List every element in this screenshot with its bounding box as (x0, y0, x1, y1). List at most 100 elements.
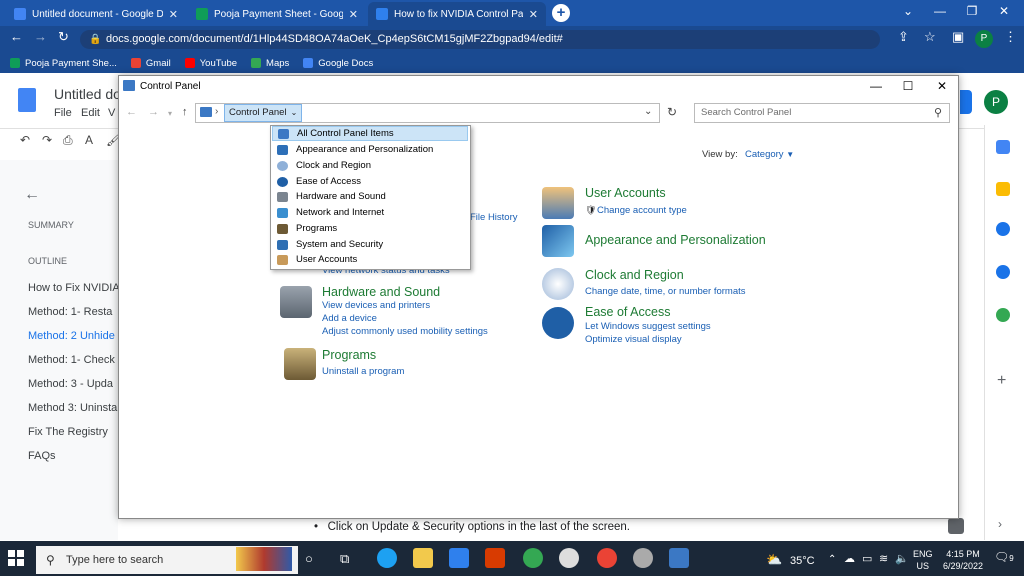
dropdown-item-hardware-sound[interactable]: Hardware and Sound (272, 189, 468, 204)
spellcheck-icon[interactable]: A (85, 133, 93, 147)
contacts-icon[interactable] (996, 265, 1010, 279)
battery-icon[interactable]: ▭ (862, 552, 872, 565)
outline-item[interactable]: Method: 1- Check (28, 354, 118, 366)
calendar-icon[interactable] (996, 140, 1010, 154)
tab-nvidia-article[interactable]: How to fix NVIDIA Control Panel ✕ (368, 2, 546, 26)
chevron-down-icon[interactable]: ⌄ (892, 0, 924, 22)
windows-start-icon[interactable] (8, 550, 24, 566)
cloud-icon[interactable]: ☁ (844, 552, 855, 565)
maps-icon[interactable] (996, 308, 1010, 322)
dropdown-item-programs[interactable]: Programs (272, 221, 468, 236)
undo-icon[interactable]: ↶ (20, 133, 30, 147)
back-arrow-icon[interactable]: ← (24, 186, 40, 204)
file-history-link[interactable]: File History (470, 212, 518, 223)
share-button[interactable] (960, 90, 972, 114)
clock-app-icon[interactable] (559, 548, 579, 568)
minimize-button[interactable]: — (924, 0, 956, 22)
new-tab-button[interactable]: + (552, 4, 570, 22)
windows-suggest-link[interactable]: Let Windows suggest settings (585, 321, 711, 332)
category-programs[interactable]: Programs (322, 348, 376, 362)
recent-locations-icon[interactable]: ▾ (168, 109, 172, 118)
menu-file[interactable]: File (54, 107, 72, 119)
category-user-accounts[interactable]: User Accounts (585, 186, 666, 200)
outline-item-active[interactable]: Method: 2 Unhide (28, 330, 118, 342)
view-by-dropdown[interactable]: Category ▼ (745, 149, 794, 160)
tasks-icon[interactable] (996, 222, 1010, 236)
bookmark-maps[interactable]: Maps (251, 58, 289, 69)
add-device-link[interactable]: Add a device (322, 313, 377, 324)
avatar[interactable]: P (984, 90, 1008, 114)
dropdown-item-ease-of-access[interactable]: Ease of Access (272, 174, 468, 189)
control-panel-taskbar-icon[interactable] (669, 548, 689, 568)
close-icon[interactable]: ✕ (349, 8, 358, 21)
edge-icon[interactable] (377, 548, 397, 568)
bookmark-gmail[interactable]: Gmail (130, 58, 171, 69)
refresh-icon[interactable]: ↻ (667, 105, 677, 119)
back-arrow-icon[interactable]: ← (10, 29, 23, 44)
keep-icon[interactable] (996, 182, 1010, 196)
category-hardware-sound[interactable]: Hardware and Sound (322, 285, 440, 299)
reload-icon[interactable]: ↻ (58, 29, 69, 45)
bookmark-youtube[interactable]: YouTube (184, 58, 237, 69)
dropdown-item-user-accounts[interactable]: User Accounts (272, 252, 468, 267)
change-date-format-link[interactable]: Change date, time, or number formats (585, 286, 746, 297)
tab-payment-sheet[interactable]: Pooja Payment Sheet - Google Sh ✕ (188, 2, 366, 26)
task-view-icon[interactable]: ⧉ (340, 551, 349, 567)
address-bar[interactable]: 🔒 docs.google.com/document/d/1Hlp44SD48O… (80, 30, 880, 49)
share-icon[interactable]: ⇪ (898, 29, 909, 45)
tab-untitled-document[interactable]: Untitled document - Google Doc ✕ (6, 2, 186, 26)
outline-item[interactable]: FAQs (28, 450, 118, 462)
outline-item[interactable]: Fix The Registry (28, 426, 118, 438)
office-icon[interactable] (485, 548, 505, 568)
forward-arrow-icon[interactable]: → (148, 106, 159, 118)
optimize-display-link[interactable]: Optimize visual display (585, 334, 682, 345)
search-input[interactable]: Search Control Panel (694, 103, 950, 123)
system-clock[interactable]: 4:15 PM 6/29/2022 (940, 548, 986, 572)
weather-temp[interactable]: 35°C (790, 555, 815, 567)
category-appearance[interactable]: Appearance and Personalization (585, 233, 766, 247)
more-menu-icon[interactable]: ⋮ (1004, 29, 1017, 45)
mobility-settings-link[interactable]: Adjust commonly used mobility settings (322, 326, 488, 337)
uninstall-program-link[interactable]: Uninstall a program (322, 366, 404, 377)
add-icon[interactable]: + (997, 372, 1006, 390)
paint-icon[interactable] (633, 548, 653, 568)
outline-item[interactable]: How to Fix NVIDIA (28, 282, 118, 294)
category-clock-region[interactable]: Clock and Region (585, 268, 684, 282)
outline-item[interactable]: Method 3: Uninsta (28, 402, 118, 414)
view-devices-link[interactable]: View devices and printers (322, 300, 430, 311)
chevron-down-icon[interactable]: ⌄ (644, 106, 652, 117)
close-button[interactable]: ✕ (932, 79, 952, 93)
chrome-icon[interactable] (523, 548, 543, 568)
chevron-down-icon[interactable]: ⌄ (291, 108, 298, 117)
file-explorer-icon[interactable] (413, 548, 433, 568)
cortana-icon[interactable]: ○ (305, 551, 313, 566)
dropdown-item-system-security[interactable]: System and Security (272, 237, 468, 252)
maximize-button[interactable]: ☐ (898, 79, 918, 93)
chevron-right-icon[interactable]: › (998, 517, 1002, 531)
chevron-up-icon[interactable]: ⌃ (828, 554, 836, 565)
menu-edit[interactable]: Edit (81, 107, 100, 119)
sidebar-icon[interactable]: ▣ (952, 29, 964, 45)
chrome-profile-icon[interactable] (597, 548, 617, 568)
dropdown-item-all-items[interactable]: All Control Panel Items (272, 126, 468, 141)
avatar[interactable]: P (975, 30, 993, 48)
star-icon[interactable]: ☆ (924, 29, 936, 45)
outline-item[interactable]: Method: 3 - Upda (28, 378, 118, 390)
language-indicator[interactable]: ENG US (913, 548, 933, 572)
restore-button[interactable]: ❐ (956, 0, 988, 22)
notification-icon[interactable]: 🗨9 (994, 550, 1014, 564)
mail-icon[interactable] (449, 548, 469, 568)
speaker-icon[interactable]: 🔈 (895, 552, 909, 565)
menu-view[interactable]: V (108, 107, 115, 119)
minimize-button[interactable]: — (866, 79, 886, 93)
wifi-icon[interactable]: ≋ (879, 552, 888, 565)
close-icon[interactable]: ✕ (529, 8, 538, 21)
dropdown-item-appearance[interactable]: Appearance and Personalization (272, 142, 468, 157)
close-icon[interactable]: ✕ (169, 8, 178, 21)
dropdown-item-network[interactable]: Network and Internet (272, 205, 468, 220)
dropdown-item-clock-region[interactable]: Clock and Region (272, 158, 468, 173)
redo-icon[interactable]: ↷ (42, 133, 52, 147)
bookmark-google-docs[interactable]: Google Docs (303, 58, 373, 69)
bookmark-payment-sheet[interactable]: Pooja Payment She... (10, 58, 117, 69)
forward-arrow-icon[interactable]: → (34, 29, 47, 44)
